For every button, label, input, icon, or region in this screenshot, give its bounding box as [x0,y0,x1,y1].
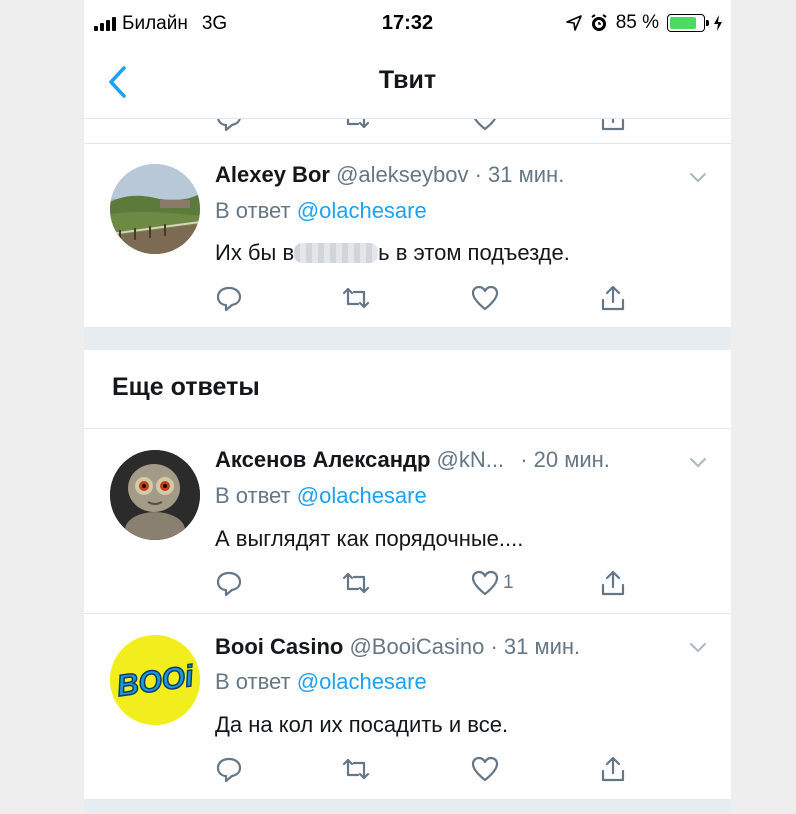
share-icon [601,570,625,596]
reply-tweet[interactable]: Alexey Bor @alekseybov · 31 мин. В ответ… [84,144,731,327]
action-bar [215,754,635,784]
status-right: 85 % [565,12,723,34]
retweet-button[interactable] [341,283,371,313]
avatar[interactable] [110,450,200,540]
charging-icon [714,15,722,31]
author-name[interactable]: Аксенов Александр [215,447,430,472]
action-bar [215,283,635,313]
tweet-text: Их бы в ь в этом подъезде. [215,240,570,266]
chevron-down-icon[interactable] [689,172,707,184]
retweet-button[interactable] [341,119,371,133]
reply-prefix: В ответ [215,669,291,694]
reply-icon [217,119,241,132]
heart-icon [471,756,499,782]
landscape-photo [110,164,200,254]
heart-icon [473,119,497,131]
author-handle[interactable]: @alekseybov [336,162,468,187]
mention-link[interactable]: @olachesare [297,483,427,508]
alien-figure-image [110,450,200,540]
alarm-icon [591,14,607,31]
reply-icon [216,571,242,597]
booi-logo: BOOi [110,635,200,725]
reply-button[interactable] [215,119,243,133]
reply-button[interactable] [215,283,243,313]
tweet-header: Аксенов Александр @kN... · 20 мин. [215,447,610,473]
like-button[interactable]: 1 [471,568,514,598]
tweet-time: · 31 мин. [474,162,565,187]
like-button[interactable] [471,119,499,133]
author-name[interactable]: Booi Casino [215,634,343,659]
tweet-text: Да на кол их посадить и все. [215,712,509,737]
heart-icon [471,570,499,596]
mention-link[interactable]: @olachesare [297,669,427,694]
tweet-text-start: Их бы в [215,240,295,265]
battery-icon [667,14,709,32]
share-button[interactable] [599,568,627,598]
phone-screen: Билайн 3G 17:32 85 % Твит Alexey Bor @al… [84,0,731,814]
reply-button[interactable] [215,568,243,598]
reply-icon [216,757,242,783]
reply-tweet[interactable]: Аксенов Александр @kN... · 20 мин. В отв… [84,429,731,614]
location-icon [565,15,582,31]
retweet-icon [342,572,370,594]
status-bar: Билайн 3G 17:32 85 % [84,0,731,48]
nav-bar: Твит [84,48,731,119]
tweet-time: · 31 мин. [490,634,581,659]
mention-link[interactable]: @olachesare [297,198,427,223]
section-title: Еще ответы [112,373,260,401]
retweet-icon [342,287,370,309]
retweet-button[interactable] [341,568,371,598]
reply-context: В ответ @olachesare [215,198,427,224]
share-icon [601,285,625,311]
tweet-text: А выглядят как порядочные.... [215,526,524,551]
like-button[interactable] [471,754,499,784]
share-button[interactable] [599,754,627,784]
author-handle[interactable]: @kN... [437,447,505,472]
retweet-icon [342,758,370,780]
retweet-icon [346,119,370,129]
tweet-header: Booi Casino @BooiCasino · 31 мин. [215,634,580,660]
share-icon [601,756,625,782]
reply-context: В ответ @olachesare [215,669,427,695]
tweet-time: · 20 мин. [520,447,610,472]
avatar[interactable] [110,164,200,254]
battery-fill [670,17,696,29]
tweet-text-end: ь в этом подъезде. [378,240,570,265]
blurred-word [294,243,379,263]
reply-tweet[interactable]: BOOi Booi Casino @BooiCasino · 31 мин. В… [84,614,731,799]
like-count: 1 [503,572,514,593]
more-replies-header: Еще ответы [84,350,731,429]
reply-context: В ответ @olachesare [215,483,427,509]
page-title: Твит [378,66,437,94]
share-icon [601,119,625,131]
avatar[interactable]: BOOi [110,635,200,725]
retweet-button[interactable] [341,754,371,784]
share-button[interactable] [599,119,627,133]
reply-icon [216,286,242,312]
action-bar: 1 [215,568,635,598]
battery-percent: 85 % [615,12,659,33]
previous-tweet-actions [84,119,731,144]
reply-prefix: В ответ [215,483,291,508]
author-name[interactable]: Alexey Bor [215,162,330,187]
like-button[interactable] [471,283,499,313]
action-bar [215,119,635,133]
heart-icon [471,285,499,311]
chevron-down-icon[interactable] [689,457,707,469]
reply-button[interactable] [215,754,243,784]
author-handle[interactable]: @BooiCasino [349,634,484,659]
share-button[interactable] [599,283,627,313]
chevron-down-icon[interactable] [689,642,707,654]
tweet-header: Alexey Bor @alekseybov · 31 мин. [215,162,564,188]
reply-prefix: В ответ [215,198,291,223]
